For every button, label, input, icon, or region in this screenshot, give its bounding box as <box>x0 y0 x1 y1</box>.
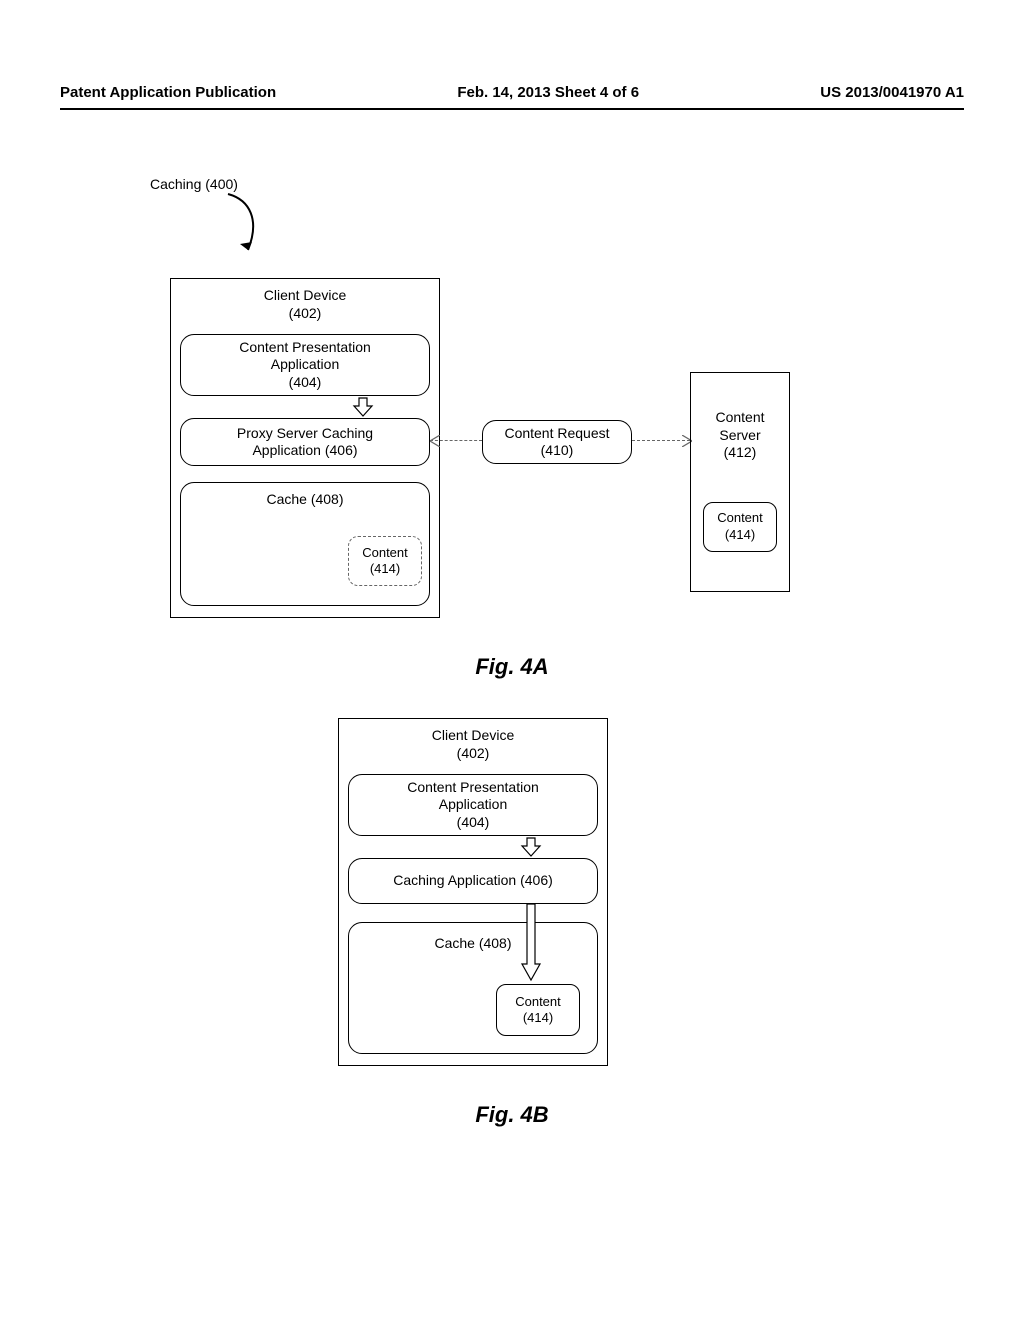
figure-4b-caption: Fig. 4B <box>60 1102 964 1128</box>
header-mid: Feb. 14, 2013 Sheet 4 of 6 <box>457 84 639 101</box>
down-arrow-icon <box>352 396 374 418</box>
content-request-label: Content Request (410) <box>504 425 609 460</box>
down-arrow-icon-b2 <box>522 904 540 982</box>
figure-4a-caption: Fig. 4A <box>60 654 964 680</box>
proxy-box: Proxy Server Caching Application (406) <box>180 418 430 466</box>
server-content-box: Content (414) <box>703 502 777 552</box>
cpa-box-a: Content Presentation Application (404) <box>180 334 430 396</box>
client-device-label-b: Client Device (402) <box>339 727 607 762</box>
left-tip-icon <box>430 434 440 452</box>
content-box-b: Content (414) <box>496 984 580 1036</box>
content-label-b: Content (414) <box>515 994 561 1027</box>
cache-content-box-a: Content (414) <box>348 536 422 586</box>
caching-app-box: Caching Application (406) <box>348 858 598 904</box>
cache-label-b: Cache (408) <box>349 935 597 953</box>
cache-content-label-a: Content (414) <box>362 545 408 578</box>
proxy-label: Proxy Server Caching Application (406) <box>237 425 373 460</box>
header-left: Patent Application Publication <box>60 84 276 101</box>
title-pointer-arrow-icon <box>220 190 280 260</box>
content-server-label: Content Server (412) <box>715 409 764 462</box>
content-server-box: Content Server (412) Content (414) <box>690 372 790 592</box>
cache-label-a: Cache (408) <box>181 491 429 509</box>
server-content-label: Content (414) <box>717 510 763 543</box>
cpa-label-b: Content Presentation Application (404) <box>407 779 539 832</box>
header-right: US 2013/0041970 A1 <box>820 84 964 101</box>
client-device-label-a: Client Device (402) <box>171 287 439 322</box>
content-request-box: Content Request (410) <box>482 420 632 464</box>
cpa-box-b: Content Presentation Application (404) <box>348 774 598 836</box>
caching-app-label: Caching Application (406) <box>393 872 553 890</box>
header-rule <box>60 108 964 110</box>
cpa-label-a: Content Presentation Application (404) <box>239 339 371 392</box>
down-arrow-icon-b1 <box>520 836 542 858</box>
